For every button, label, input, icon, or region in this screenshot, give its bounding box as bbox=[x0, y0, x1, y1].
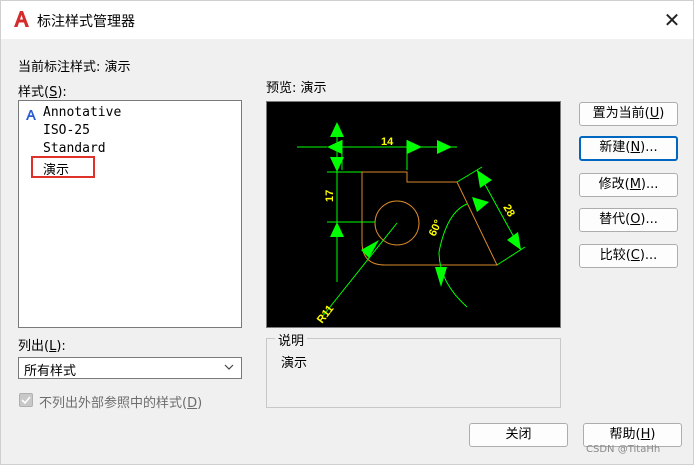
override-button[interactable]: 替代(O)... bbox=[579, 208, 678, 232]
dim-vertical-label: 17 bbox=[324, 190, 336, 202]
dimension-preview-drawing: 14 17 28 60° R11 bbox=[297, 122, 526, 326]
list-filter-value: 所有样式 bbox=[24, 364, 77, 379]
annotative-icon bbox=[26, 110, 36, 120]
styles-label: 样式(S): bbox=[18, 85, 67, 100]
dim-horizontal-label: 14 bbox=[381, 136, 394, 148]
set-current-button[interactable]: 置为当前(U) bbox=[579, 102, 678, 126]
window-title: 标注样式管理器 bbox=[37, 14, 135, 30]
description-text: 演示 bbox=[281, 356, 308, 371]
style-list[interactable]: Annotative ISO-25 Standard 演示 bbox=[18, 100, 242, 328]
dim-angle-label: 60° bbox=[427, 218, 445, 238]
compare-button[interactable]: 比较(C)... bbox=[579, 244, 678, 268]
new-button[interactable]: 新建(N)... bbox=[579, 136, 678, 161]
preview-label-line: 预览: 演示 bbox=[266, 77, 327, 96]
list-item[interactable]: ISO-25 bbox=[43, 123, 90, 138]
current-style-label: 当前标注样式: bbox=[18, 60, 101, 75]
close-button[interactable]: 关闭 bbox=[469, 423, 568, 447]
exclude-xref-checkbox[interactable] bbox=[19, 393, 33, 407]
chevron-down-icon bbox=[224, 364, 234, 370]
list-item[interactable]: Standard bbox=[43, 141, 106, 156]
dimension-style-manager-dialog: 标注样式管理器 ✕ 当前标注样式: 演示 样式(S): Annotative I… bbox=[0, 0, 694, 465]
preview-style-name: 演示 bbox=[300, 81, 327, 96]
exclude-xref-label: 不列出外部参照中的样式(D) bbox=[39, 396, 203, 411]
autocad-app-icon bbox=[14, 11, 29, 27]
current-style-line: 当前标注样式: 演示 bbox=[18, 56, 131, 75]
preview-label: 预览: bbox=[266, 81, 297, 96]
close-icon[interactable]: ✕ bbox=[661, 9, 683, 31]
list-filter-label: 列出(L): bbox=[18, 339, 66, 354]
dim-radius-label: R11 bbox=[315, 303, 337, 326]
current-style-value: 演示 bbox=[104, 60, 131, 75]
title-bar: 标注样式管理器 ✕ bbox=[1, 1, 693, 39]
list-item[interactable]: Annotative bbox=[43, 105, 121, 120]
selection-highlight-box bbox=[31, 156, 95, 178]
modify-button[interactable]: 修改(M)... bbox=[579, 173, 678, 197]
watermark-text: CSDN @TitaHh bbox=[586, 444, 661, 455]
description-title: 说明 bbox=[275, 330, 308, 349]
list-filter-dropdown[interactable]: 所有样式 bbox=[18, 357, 242, 379]
description-group: 说明 演示 bbox=[266, 330, 561, 408]
check-icon bbox=[21, 396, 31, 405]
preview-canvas: 14 17 28 60° R11 bbox=[266, 101, 561, 328]
